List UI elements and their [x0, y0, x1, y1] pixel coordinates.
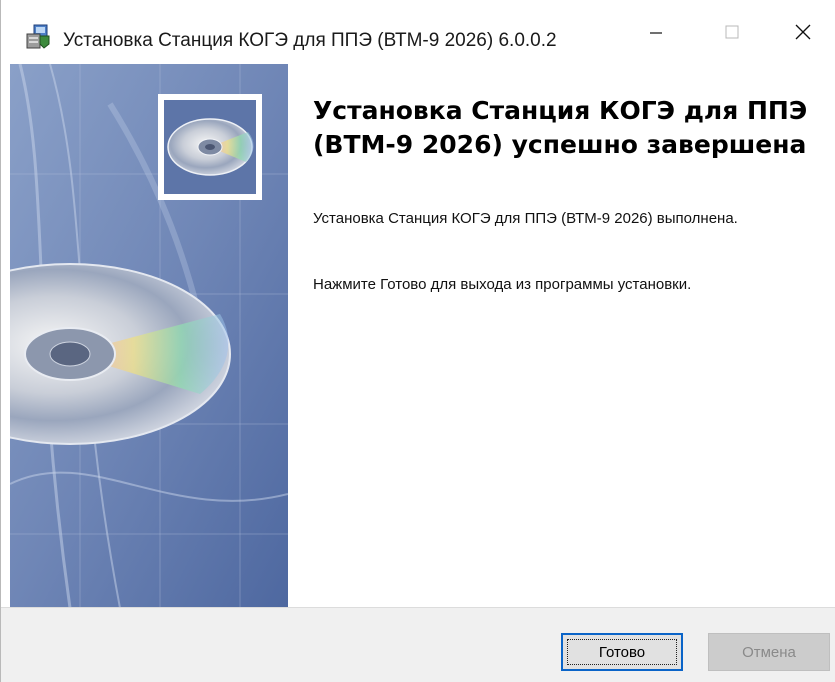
cancel-button[interactable]: Отмена: [708, 633, 830, 671]
minimize-icon: [650, 32, 662, 34]
wizard-banner-image: [10, 64, 288, 608]
minimize-button[interactable]: [623, 0, 689, 64]
maximize-button[interactable]: [699, 0, 765, 64]
maximize-icon: [725, 25, 739, 39]
installer-app-icon: [25, 24, 51, 50]
focus-rectangle: [567, 639, 677, 665]
title-bar[interactable]: Установка Станция КОГЭ для ППЭ (ВТМ-9 20…: [1, 0, 835, 64]
completion-message: Установка Станция КОГЭ для ППЭ (ВТМ-9 20…: [313, 210, 738, 227]
installer-window: Установка Станция КОГЭ для ППЭ (ВТМ-9 20…: [0, 0, 835, 682]
cd-disc-illustration: [10, 64, 288, 608]
cancel-button-label: Отмена: [742, 643, 796, 661]
cd-disc-thumbnail: [158, 94, 262, 200]
close-button[interactable]: [770, 0, 835, 64]
window-title: Установка Станция КОГЭ для ППЭ (ВТМ-9 20…: [63, 30, 557, 51]
completion-heading: Установка Станция КОГЭ для ППЭ (ВТМ-9 20…: [313, 96, 808, 159]
wizard-content: Установка Станция КОГЭ для ППЭ (ВТМ-9 20…: [288, 64, 835, 608]
exit-instruction: Нажмите Готово для выхода из программы у…: [313, 276, 692, 293]
wizard-footer: Готово Отмена: [1, 607, 835, 682]
finish-button[interactable]: Готово: [561, 633, 683, 671]
close-icon: [795, 24, 811, 40]
